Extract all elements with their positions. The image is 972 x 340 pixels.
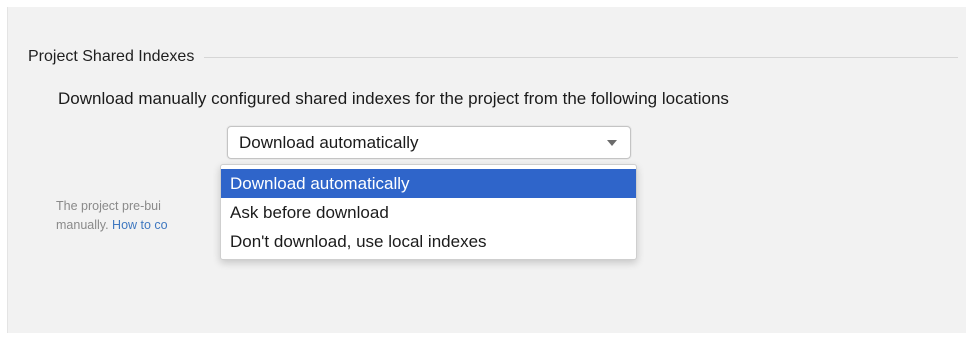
hint-line-2-text: manually. — [56, 218, 113, 232]
download-mode-combobox[interactable]: Download automatically — [227, 126, 631, 159]
settings-panel: Project Shared Indexes Download manually… — [7, 7, 966, 333]
group-header: Project Shared Indexes — [28, 45, 958, 69]
hint-line-1: The project pre-bui — [56, 199, 161, 213]
chevron-down-icon[interactable] — [607, 140, 617, 146]
group-separator — [204, 56, 958, 58]
group-title: Project Shared Indexes — [28, 48, 195, 65]
dropdown-option-dont-download[interactable]: Don't download, use local indexes — [221, 227, 636, 256]
dropdown-option-ask-before-download[interactable]: Ask before download — [221, 198, 636, 227]
dropdown-option-download-automatically[interactable]: Download automatically — [221, 169, 636, 198]
hint-line-2: manually. How to co — [56, 216, 168, 235]
hint-text: The project pre-bui manually. How to co — [56, 197, 168, 235]
combobox-value: Download automatically — [239, 132, 419, 152]
dropdown-popup: Download automatically Ask before downlo… — [220, 164, 637, 260]
description-label: Download manually configured shared inde… — [58, 89, 729, 108]
how-to-link[interactable]: How to co — [112, 218, 168, 232]
